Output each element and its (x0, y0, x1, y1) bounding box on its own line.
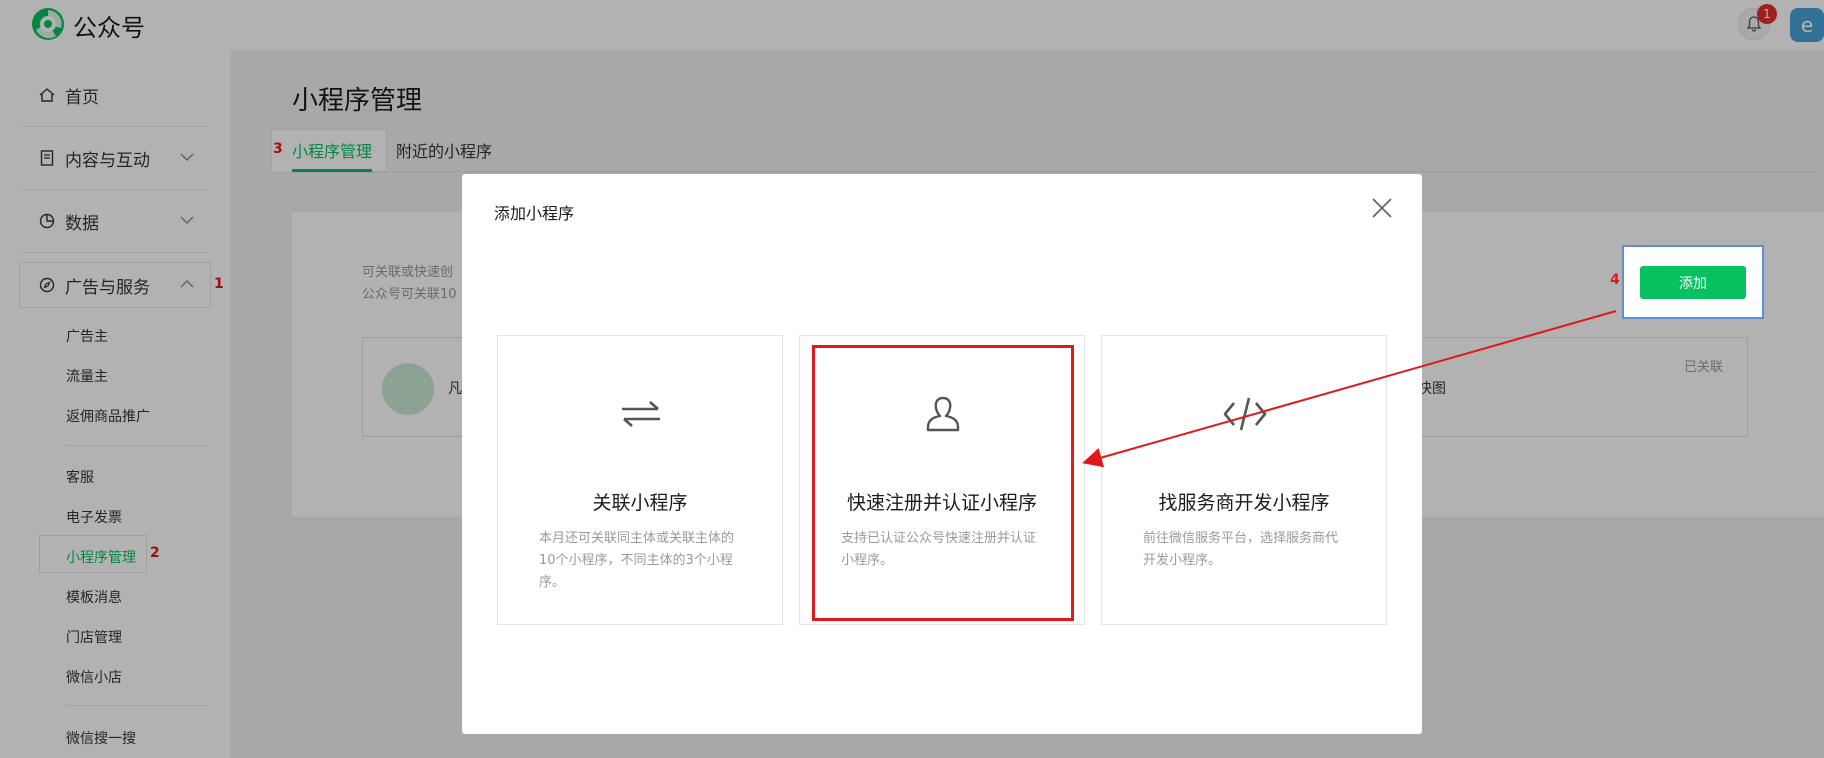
option-title: 找服务商开发小程序 (1158, 492, 1330, 514)
option-title: 关联小程序 (592, 492, 688, 514)
option-service-provider[interactable]: 找服务商开发小程序 前往微信服务平台，选择服务商代开发小程序。 (1101, 335, 1387, 625)
option-description: 支持已认证公众号快速注册并认证小程序。 (841, 531, 1037, 568)
option-description: 本月还可关联同主体或关联主体的10个小程序，不同主体的3个小程序。 (539, 531, 735, 590)
dialog-title: 添加小程序 (494, 204, 575, 223)
option-description: 前往微信服务平台，选择服务商代开发小程序。 (1143, 531, 1339, 568)
add-miniprogram-button[interactable]: 添加 (1640, 266, 1746, 299)
add-miniprogram-dialog: 添加小程序 关联小程序 本月还可关联同主体或关联主体的10个小程序，不同主体的3… (462, 174, 1422, 734)
option-quick-register[interactable]: 快速注册并认证小程序 支持已认证公众号快速注册并认证小程序。 (799, 335, 1085, 625)
close-icon[interactable] (1370, 196, 1394, 220)
exchange-icon (622, 401, 660, 427)
annotation-marker-4: 4 (1610, 272, 1620, 288)
option-link-miniprogram[interactable]: 关联小程序 本月还可关联同主体或关联主体的10个小程序，不同主体的3个小程序。 (497, 335, 783, 625)
user-icon (926, 396, 960, 432)
option-title: 快速注册并认证小程序 (846, 492, 1037, 514)
code-icon (1223, 397, 1267, 431)
